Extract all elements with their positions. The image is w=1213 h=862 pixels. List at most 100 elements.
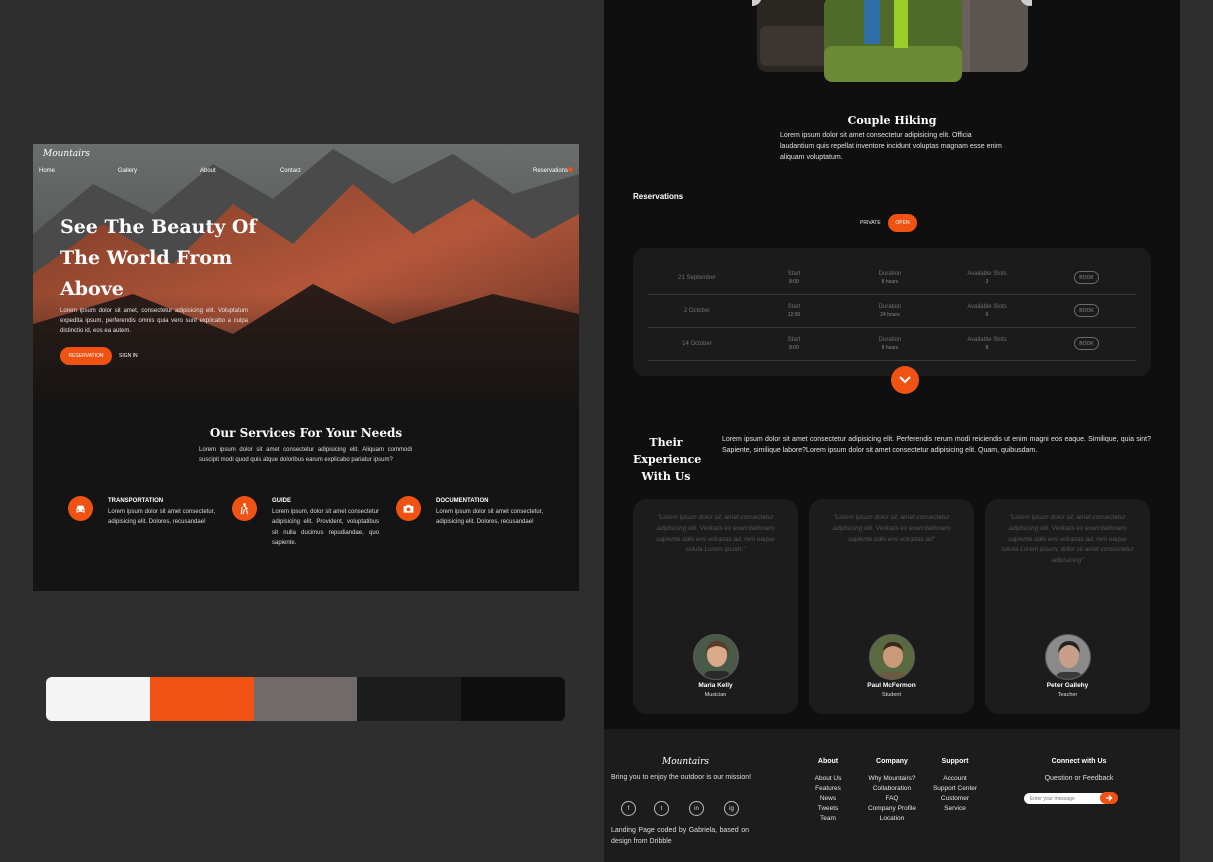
- testimonial-card: "Lorem ipsum dolor sit, amet consectetur…: [633, 499, 798, 714]
- nav-home[interactable]: Home: [39, 168, 55, 174]
- hero-page-preview: Mountairs Home Gallery About Contact Res…: [33, 144, 579, 591]
- footer-link[interactable]: News: [804, 794, 852, 804]
- footer: Mountairs Bring you to enjoy the outdoor…: [604, 729, 1180, 862]
- service-title: DOCUMENTATION: [436, 498, 489, 504]
- testimonial-role: Musician: [704, 692, 727, 698]
- footer-link[interactable]: Location: [858, 814, 926, 824]
- testimonial-quote: "Lorem ipsum dolor sit, amet consectetur…: [656, 514, 775, 554]
- testimonial-role: Student: [882, 692, 901, 698]
- nav-reservations[interactable]: Reservations: [533, 168, 568, 174]
- gallery-title: Couple Hiking: [847, 114, 937, 127]
- book-button[interactable]: BOOK: [1074, 304, 1099, 317]
- service-title: TRANSPORTATION: [108, 498, 164, 504]
- signin-button[interactable]: SIGN IN: [119, 353, 138, 359]
- testimonial-quote: "Lorem ipsum dolor sit, amet consectetur…: [1001, 514, 1134, 565]
- testimonial-name: Paul McFermon: [867, 682, 916, 689]
- footer-link[interactable]: Company Profile: [858, 804, 926, 814]
- footer-column-company: Company Why Mountairs? Collaboration FAQ…: [858, 758, 926, 824]
- hiker-icon: [232, 496, 257, 521]
- car-icon: [68, 496, 93, 521]
- reservations-title: Reservations: [633, 192, 684, 201]
- palette-swatch: [149, 677, 254, 721]
- footer-link[interactable]: Collaboration: [858, 784, 926, 794]
- footer-tagline: Bring you to enjoy the outdoor is our mi…: [611, 774, 752, 781]
- testimonial-role: Teacher: [1057, 692, 1078, 698]
- feedback-label: Question or Feedback: [1044, 775, 1114, 782]
- palette-swatch: [461, 677, 565, 721]
- row-duration: Duration 8 hours: [878, 337, 902, 351]
- expand-table-button[interactable]: [891, 366, 919, 394]
- footer-column-title: About: [817, 758, 839, 765]
- reservation-button[interactable]: RESERVATION: [60, 347, 112, 365]
- facebook-icon[interactable]: f: [621, 801, 636, 816]
- testimonial-card: "Lorem ipsum dolor sit, amet consectetur…: [985, 499, 1150, 714]
- experience-text: Lorem ipsum dolor sit amet consectetur a…: [722, 436, 1151, 454]
- footer-credit: Landing Page coded by Gabriela, based on…: [611, 827, 749, 845]
- testimonial-name: Peter Gallehy: [1046, 682, 1089, 689]
- table-row: 21 September Start 8:00 Duration 8 hours A…: [648, 262, 1136, 295]
- connect-title: Connect with Us: [1051, 758, 1107, 765]
- gallery-text: Lorem ipsum dolor sit amet consectetur a…: [780, 132, 1002, 161]
- color-palette: [46, 677, 565, 721]
- send-button[interactable]: [1100, 792, 1118, 804]
- row-slots: Available Slots 3: [967, 271, 1007, 285]
- toggle-open[interactable]: OPEN: [888, 214, 917, 232]
- logo[interactable]: Mountairs: [43, 149, 90, 159]
- footer-link[interactable]: Why Mountairs?: [858, 774, 926, 784]
- row-start: Start 8:00: [787, 337, 801, 351]
- gallery-carousel: [752, 0, 1032, 82]
- footer-link[interactable]: Tweets: [804, 804, 852, 814]
- service-text: Lorem ipsum dolor sit amet consectetur, …: [436, 509, 543, 526]
- chevron-down-icon: [899, 376, 911, 384]
- avatar: [693, 634, 739, 680]
- avatar: [1045, 634, 1091, 680]
- palette-swatch: [357, 677, 462, 721]
- linkedin-icon[interactable]: in: [689, 801, 704, 816]
- row-start: Start 8:00: [787, 271, 801, 285]
- nav-about[interactable]: About: [200, 168, 216, 174]
- instagram-icon[interactable]: ig: [724, 801, 739, 816]
- footer-link[interactable]: Team: [804, 814, 852, 824]
- row-date: 14 October: [682, 341, 712, 347]
- table-row: 14 October Start 8:00 Duration 8 hours Ava…: [648, 328, 1136, 361]
- avatar: [869, 634, 915, 680]
- book-button[interactable]: BOOK: [1074, 337, 1099, 350]
- nav-contact[interactable]: Contact: [280, 168, 301, 174]
- hero-title: See The Beauty Of The World From Above: [60, 216, 257, 300]
- testimonial-name: Maria Kelly: [698, 682, 733, 689]
- services-title: Our Services For Your Needs: [209, 426, 403, 440]
- footer-link[interactable]: About Us: [804, 774, 852, 784]
- footer-column-title: Support: [941, 758, 969, 765]
- service-text: Lorem ipsum, dolor sit amet consectetur …: [272, 509, 379, 546]
- camera-icon: [396, 496, 421, 521]
- row-slots: Available Slots 6: [967, 304, 1007, 318]
- table-row: 2 October Start 12:00 Duration 24 hours Av…: [648, 295, 1136, 328]
- footer-link[interactable]: Service: [926, 804, 984, 814]
- hero-text: Lorem ipsum dolor sit amet, consectetur …: [60, 308, 248, 334]
- notification-dot: [568, 167, 573, 172]
- twitter-icon[interactable]: t: [654, 801, 669, 816]
- footer-logo[interactable]: Mountairs: [662, 757, 709, 767]
- footer-link[interactable]: Features: [804, 784, 852, 794]
- footer-column-title: Company: [876, 758, 908, 765]
- footer-link[interactable]: Account: [926, 774, 984, 784]
- footer-link[interactable]: Customer: [926, 794, 984, 804]
- services-text: Lorem ipsum dolor sit amet consectetur a…: [199, 447, 412, 463]
- row-duration: Duration 24 hours: [878, 304, 902, 318]
- toggle-private[interactable]: PRIVATE: [860, 220, 881, 226]
- row-duration: Duration 8 hours: [878, 271, 902, 285]
- footer-link[interactable]: FAQ: [858, 794, 926, 804]
- palette-swatch: [253, 677, 358, 721]
- book-button[interactable]: BOOK: [1074, 271, 1099, 284]
- landing-page-preview: Couple Hiking Lorem ipsum dolor sit amet…: [604, 0, 1180, 862]
- palette-swatch: [46, 677, 150, 721]
- service-title: GUIDE: [272, 498, 292, 504]
- canvas-background: [1180, 0, 1213, 862]
- nav-gallery[interactable]: Gallery: [118, 168, 137, 174]
- row-slots: Available Slots 8: [967, 337, 1007, 351]
- row-start: Start 12:00: [787, 304, 801, 318]
- experience-title: Their Experience With Us: [633, 436, 702, 483]
- service-text: Lorem ipsum dolor sit amet consectetur, …: [108, 509, 215, 526]
- footer-link[interactable]: Support Center: [926, 784, 984, 794]
- footer-column-about: About About Us Features News Tweets Team: [804, 758, 852, 824]
